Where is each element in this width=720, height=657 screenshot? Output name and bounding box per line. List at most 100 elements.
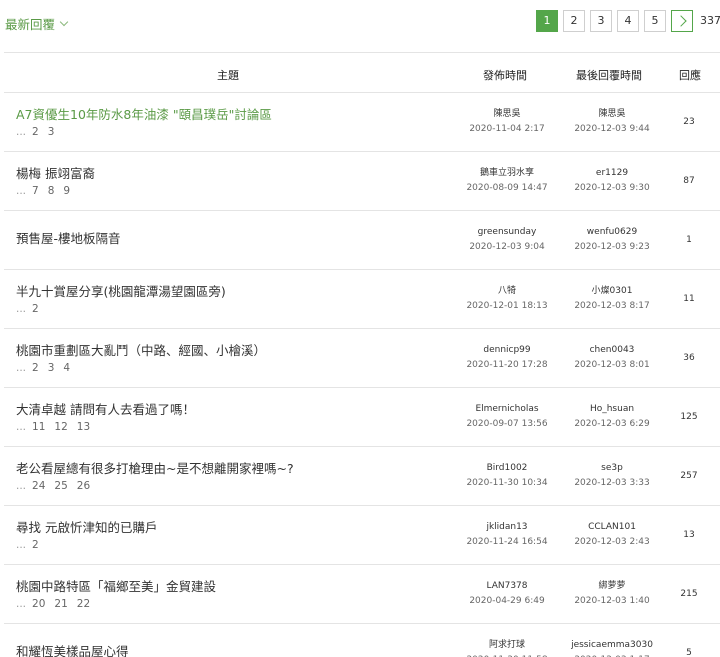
author-name[interactable]: 八犄: [452, 284, 562, 299]
last-reply-date: 2020-12-03 9:44: [574, 124, 650, 134]
topic-page-link[interactable]: 3: [48, 126, 55, 138]
topic-page-link[interactable]: 2: [32, 126, 39, 138]
last-reply-date: 2020-12-03 1:17: [557, 653, 667, 657]
author-name[interactable]: greensunday: [452, 225, 562, 240]
last-page-link[interactable]: 337: [700, 10, 720, 32]
post-info: Bird1002 2020-11-30 10:34: [452, 461, 562, 491]
topic-page-link[interactable]: 8: [48, 185, 55, 197]
post-date: 2020-12-01 18:13: [466, 301, 548, 311]
author-name[interactable]: 阿求打球: [452, 638, 562, 653]
author-name[interactable]: 鵝車立羽水享: [452, 166, 562, 181]
topic-page-link[interactable]: 2: [32, 303, 39, 315]
post-info: jklidan13 2020-11-24 16:54: [452, 520, 562, 550]
topic-page-link[interactable]: 25: [54, 480, 67, 492]
topic-page-link[interactable]: 9: [63, 185, 70, 197]
post-date: 2020-09-07 13:56: [466, 419, 548, 429]
topic-title-link[interactable]: 桃園中路特區「福鄉至美」金貿建設: [16, 576, 216, 595]
topic-title-link[interactable]: 尋找 元啟忻津知的已購戶: [16, 517, 157, 536]
last-reply-user[interactable]: 綁萝萝: [557, 579, 667, 594]
topic-page-links: ... 24 25 26: [16, 480, 99, 492]
table-row: 預售屋-樓地板隔音 greensunday 2020-12-03 9:04 wenfu…: [4, 211, 720, 270]
topic-title-link[interactable]: 桃園市重劃區大亂鬥（中路、經國、小檜溪）: [16, 340, 266, 359]
topic-title-link[interactable]: 和耀恆美樣品屋心得: [16, 641, 129, 657]
author-name[interactable]: Elmernicholas: [452, 402, 562, 417]
topic-page-link[interactable]: 7: [32, 185, 39, 197]
topic-page-link[interactable]: 12: [54, 421, 67, 433]
last-reply-info: 綁萝萝 2020-12-03 1:40: [557, 579, 667, 609]
sort-label: 最新回覆: [5, 17, 56, 32]
page-button-4[interactable]: 4: [617, 10, 639, 32]
topic-title-link[interactable]: A7資優生10年防水8年油漆 "頤昌璞岳"討論區: [16, 104, 272, 123]
last-reply-user[interactable]: se3p: [557, 461, 667, 476]
topic-title-link[interactable]: 楊梅 振翊富裔: [16, 163, 95, 182]
topic-page-link[interactable]: 3: [48, 362, 55, 374]
last-reply-info: se3p 2020-12-03 3:33: [557, 461, 667, 491]
last-reply-user[interactable]: Ho_hsuan: [557, 402, 667, 417]
table-header: 主題 發佈時間 最後回覆時間 回應: [4, 53, 720, 93]
topic-page-link[interactable]: 21: [54, 598, 67, 610]
last-reply-user[interactable]: wenfu0629: [557, 225, 667, 240]
reply-count: 23: [683, 117, 695, 127]
page-button-3[interactable]: 3: [590, 10, 612, 32]
author-name[interactable]: 陳思吳: [452, 107, 562, 122]
post-info: 陳思吳 2020-11-04 2:17: [452, 107, 562, 137]
last-reply-user[interactable]: jessicaemma3030: [557, 638, 667, 653]
author-name[interactable]: jklidan13: [452, 520, 562, 535]
ellipsis: ...: [16, 126, 27, 138]
reply-count: 257: [680, 471, 698, 481]
ellipsis: ...: [16, 421, 27, 433]
last-reply-info: Ho_hsuan 2020-12-03 6:29: [557, 402, 667, 432]
topic-title-link[interactable]: 預售屋-樓地板隔音: [16, 228, 121, 247]
topic-page-link[interactable]: 24: [32, 480, 45, 492]
last-reply-date: 2020-12-03 2:43: [574, 537, 650, 547]
last-reply-date: 2020-12-03 9:30: [574, 183, 650, 193]
last-reply-info: 陳思吳 2020-12-03 9:44: [557, 107, 667, 137]
last-reply-user[interactable]: CCLAN101: [557, 520, 667, 535]
post-date: 2020-11-30 10:34: [466, 478, 548, 488]
next-page-button[interactable]: [671, 10, 693, 32]
table-row: A7資優生10年防水8年油漆 "頤昌璞岳"討論區... 2 3 陳思吳 2020-11-…: [4, 93, 720, 152]
last-reply-info: CCLAN101 2020-12-03 2:43: [557, 520, 667, 550]
last-reply-date: 2020-12-03 6:29: [574, 419, 650, 429]
reply-count: 215: [680, 589, 698, 599]
author-name[interactable]: Bird1002: [452, 461, 562, 476]
author-name[interactable]: dennicp99: [452, 343, 562, 358]
post-info: 八犄 2020-12-01 18:13: [452, 284, 562, 314]
topic-page-link[interactable]: 2: [32, 362, 39, 374]
post-date: 2020-12-03 9:04: [469, 242, 545, 252]
table-row: 老公看屋總有很多打槍理由~是不想離開家裡嗎~?... 24 25 26 Bird1002…: [4, 447, 720, 506]
topic-page-link[interactable]: 26: [77, 480, 90, 492]
last-reply-user[interactable]: er1129: [557, 166, 667, 181]
page-button-2[interactable]: 2: [563, 10, 585, 32]
post-date: 2020-11-20 17:28: [466, 360, 548, 370]
sort-dropdown[interactable]: 最新回覆: [5, 14, 69, 33]
topic-page-link[interactable]: 4: [63, 362, 70, 374]
last-reply-user[interactable]: 陳思吳: [557, 107, 667, 122]
topic-page-link[interactable]: 11: [32, 421, 45, 433]
reply-count: 5: [686, 648, 692, 657]
author-name[interactable]: LAN7378: [452, 579, 562, 594]
topic-page-link[interactable]: 20: [32, 598, 45, 610]
topic-page-link[interactable]: 2: [32, 539, 39, 551]
last-reply-user[interactable]: chen0043: [557, 343, 667, 358]
post-date: 2020-11-04 2:17: [469, 124, 545, 134]
topbar: 最新回覆 1 2 3 4 5 337: [0, 0, 720, 44]
topic-page-link[interactable]: 22: [77, 598, 90, 610]
page-button-1[interactable]: 1: [536, 10, 558, 32]
topic-page-links: ... 2 3 4: [16, 362, 79, 374]
ellipsis: ...: [16, 598, 27, 610]
last-reply-info: er1129 2020-12-03 9:30: [557, 166, 667, 196]
reply-count: 125: [680, 412, 698, 422]
topic-page-link[interactable]: 13: [77, 421, 90, 433]
topic-title-link[interactable]: 老公看屋總有很多打槍理由~是不想離開家裡嗎~?: [16, 458, 294, 477]
ellipsis: ...: [16, 303, 27, 315]
last-reply-info: chen0043 2020-12-03 8:01: [557, 343, 667, 373]
last-reply-info: 小燦0301 2020-12-03 8:17: [557, 284, 667, 314]
last-reply-date: 2020-12-03 8:01: [574, 360, 650, 370]
header-last-reply: 最後回覆時間: [576, 69, 642, 82]
topic-title-link[interactable]: 半九十賞屋分享(桃園龍潭湯望園區旁): [16, 281, 226, 300]
topic-title-link[interactable]: 大清卓越 請問有人去看過了嗎！: [16, 399, 195, 418]
post-info: 鵝車立羽水享 2020-08-09 14:47: [452, 166, 562, 196]
last-reply-user[interactable]: 小燦0301: [557, 284, 667, 299]
page-button-5[interactable]: 5: [644, 10, 666, 32]
